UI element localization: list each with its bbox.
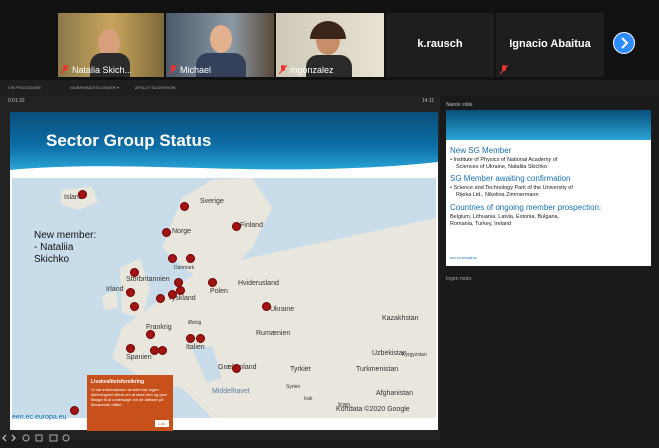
europe-map: Island Sverige Finland Norge Danmark Sto… xyxy=(12,178,436,418)
member-marker[interactable] xyxy=(78,190,87,199)
preview-bullet: Sciences of Ukraine, Nataliia Skichko xyxy=(456,164,548,170)
land-shapes xyxy=(60,178,436,418)
new-member-text: New member: - Nataliia Skichko xyxy=(34,230,96,266)
member-marker[interactable] xyxy=(186,334,195,343)
toolbar-item[interactable]: VIS PROCEDURE xyxy=(8,85,41,90)
member-marker[interactable] xyxy=(146,330,155,339)
member-marker[interactable] xyxy=(208,278,217,287)
participant-name: k.rausch xyxy=(417,38,463,50)
map-label: Kyrgyzstan xyxy=(402,352,427,358)
map-label: Afghanistan xyxy=(376,390,413,397)
participants-bar: Natalia Skich... Michael mgonzalez k.rau… xyxy=(0,0,659,88)
slide-title: Sector Group Status xyxy=(46,131,212,150)
preview-bullet: • Institute of Physics of National Acade… xyxy=(450,157,558,163)
next-slide-label: Næste slide xyxy=(446,102,473,108)
map-label: Spanien xyxy=(126,354,152,361)
member-marker[interactable] xyxy=(180,202,189,211)
preview-bullet: Rijeka Ltd., Nikolina Zimmermann xyxy=(456,192,539,198)
cookie-banner: Livskvalitetsforsikring Vi har informati… xyxy=(87,375,173,431)
member-marker[interactable] xyxy=(262,302,271,311)
participant-name: Michael xyxy=(180,65,212,75)
participant-tile[interactable]: Natalia Skich... xyxy=(58,13,164,77)
toolbar-item[interactable]: AFSLUT SLIDESHOW xyxy=(135,85,175,90)
member-marker[interactable] xyxy=(130,268,139,277)
cookie-title: Livskvalitetsforsikring xyxy=(91,379,145,385)
slide-footer-url[interactable]: een.ec.europa.eu xyxy=(12,414,67,421)
participant-name: Natalia Skich... xyxy=(72,65,133,75)
participant-tile[interactable]: Ignacio Abaitua xyxy=(496,13,604,77)
next-participants-button[interactable] xyxy=(613,32,635,54)
presenter-toolbar: VIS PROCEDURE SKÆRMINDSTILLINGER ▾ AFSLU… xyxy=(0,80,659,96)
member-marker[interactable] xyxy=(176,286,185,295)
map-label: Danmark xyxy=(174,265,195,271)
map-attribution: Kortdata ©2020 Google xyxy=(336,406,410,413)
map-label: Polen xyxy=(210,288,228,295)
member-marker[interactable] xyxy=(126,344,135,353)
map-label: Tyrkiet xyxy=(290,366,311,373)
map-label: Irak xyxy=(304,396,313,402)
elapsed-time: 0:01:32 xyxy=(8,98,25,104)
slide-control-icons xyxy=(2,434,70,442)
participant-name: Ignacio Abaitua xyxy=(509,38,591,50)
new-member-line: - Nataliia xyxy=(34,242,74,253)
participant-tile[interactable]: k.rausch xyxy=(386,13,494,77)
member-marker[interactable] xyxy=(156,294,165,303)
member-marker[interactable] xyxy=(232,222,241,231)
cookie-body: Vi har informationen at sider har ingen … xyxy=(91,387,167,407)
member-marker[interactable] xyxy=(126,288,135,297)
preview-bullet: • Science and Technology Park of the Uni… xyxy=(450,185,573,191)
muted-mic-icon xyxy=(499,64,509,77)
map-label: Ukraine xyxy=(270,306,295,313)
map-label: Norge xyxy=(172,228,192,235)
chevron-right-icon xyxy=(621,37,629,49)
member-marker[interactable] xyxy=(70,406,79,415)
preview-header xyxy=(446,110,651,140)
member-marker[interactable] xyxy=(196,334,205,343)
participant-tile[interactable]: mgonzalez xyxy=(276,13,384,77)
slide-controls xyxy=(0,430,440,442)
new-member-line: New member: xyxy=(34,230,97,241)
map-label: Hviderusland xyxy=(238,280,279,287)
header-wave xyxy=(10,162,438,180)
current-slide: Sector Group Status Island Sverige Finla… xyxy=(10,112,438,430)
participant-tile[interactable]: Michael xyxy=(166,13,274,77)
map-label: Sverige xyxy=(200,198,224,205)
member-marker[interactable] xyxy=(158,346,167,355)
clock: 14:11 xyxy=(422,98,435,104)
map-label: Turkmenistan xyxy=(356,366,399,373)
preview-heading: Countries of ongoing member prospection: xyxy=(450,203,602,212)
map-label: Storbritannien xyxy=(126,276,170,283)
preview-heading: New SG Member xyxy=(450,146,512,155)
map-label: Rumænien xyxy=(256,330,291,337)
participant-name: mgonzalez xyxy=(290,65,334,75)
speaker-notes: Ingen noter. xyxy=(446,276,473,282)
preview-text: Belgium, Lithuania, Latvia, Estonia, Bul… xyxy=(450,214,560,220)
member-marker[interactable] xyxy=(232,364,241,373)
member-marker[interactable] xyxy=(130,302,139,311)
member-marker[interactable] xyxy=(162,228,171,237)
next-slide-preview[interactable]: New SG Member • Institute of Physics of … xyxy=(446,110,651,266)
map-label: Irland xyxy=(106,286,124,293)
map-label: Syrien xyxy=(286,384,301,390)
map-label: Italien xyxy=(186,344,205,351)
map-label: Kazakhstan xyxy=(382,315,419,322)
preview-heading: SG Member awaiting confirmation xyxy=(450,174,571,183)
map-label: Finland xyxy=(240,222,263,229)
member-marker[interactable] xyxy=(186,254,195,263)
cookie-close-button[interactable]: Luk xyxy=(154,420,169,427)
member-marker[interactable] xyxy=(168,254,177,263)
toolbar-item[interactable]: SKÆRMINDSTILLINGER ▾ xyxy=(70,85,119,90)
preview-footer: een.ec.europa.eu xyxy=(450,256,478,260)
map-label: Middelhavet xyxy=(212,388,250,395)
preview-text: Romania, Turkey, Ireland xyxy=(450,221,512,227)
new-member-line: Skichko xyxy=(34,254,70,265)
map-label: Østrig xyxy=(188,320,202,326)
